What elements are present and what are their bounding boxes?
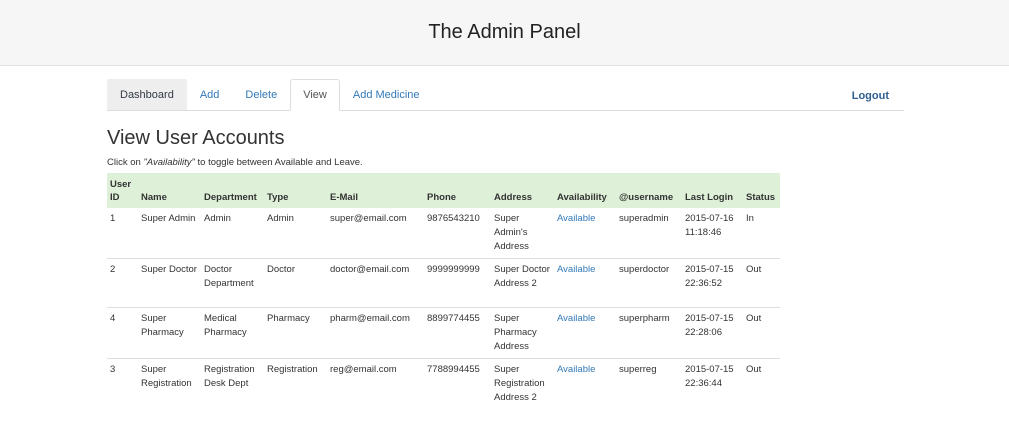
logout-link[interactable]: Logout bbox=[851, 80, 890, 111]
cell-availability: Available bbox=[554, 258, 616, 308]
col-user-id: User ID bbox=[110, 179, 132, 203]
cell-last-login: 2015-07-16 11:18:46 bbox=[685, 213, 734, 238]
col-type: Type bbox=[267, 192, 289, 203]
tab-view[interactable]: View bbox=[290, 79, 340, 111]
cell-status: Out bbox=[743, 358, 780, 409]
cell-last-login: 2015-07-15 22:36:44 bbox=[682, 358, 743, 409]
tab-dashboard[interactable]: Dashboard bbox=[107, 79, 187, 110]
tab-add-medicine[interactable]: Add Medicine bbox=[340, 79, 433, 110]
top-header: The Admin Panel bbox=[0, 0, 1009, 66]
cell-phone: 9876543210 bbox=[427, 213, 480, 224]
cell-status: In bbox=[746, 213, 754, 224]
cell-phone: 7788994455 bbox=[424, 358, 491, 409]
col-username: @username bbox=[619, 192, 674, 203]
col-status: Status bbox=[746, 192, 776, 203]
cell-phone: 8899774455 bbox=[424, 307, 491, 359]
cell-type: Pharmacy bbox=[264, 307, 327, 359]
col-address: Address bbox=[494, 192, 533, 203]
cell-address: Super Doctor Address 2 bbox=[491, 258, 554, 308]
cell-name: Super Registration bbox=[138, 358, 201, 409]
hint-prefix: Click on bbox=[107, 157, 144, 168]
cell-availability: Available bbox=[554, 307, 616, 359]
table-header-row: User ID Name Department Type E-Mail Phon… bbox=[107, 173, 780, 208]
cell-address: Super Pharmacy Address bbox=[491, 307, 554, 359]
cell-name: Super Pharmacy bbox=[138, 307, 201, 359]
cell-type: Admin bbox=[267, 213, 294, 224]
cell-type: Registration bbox=[264, 358, 327, 409]
cell-email: reg@email.com bbox=[327, 358, 424, 409]
hint-suffix: to toggle between Available and Leave. bbox=[194, 157, 363, 168]
user-accounts-table: User ID Name Department Type E-Mail Phon… bbox=[107, 173, 780, 409]
cell-username: superreg bbox=[616, 358, 682, 409]
cell-department: Doctor Department bbox=[201, 258, 264, 308]
toggle-hint: Click on "Availability" to toggle betwee… bbox=[107, 157, 904, 169]
col-last-login: Last Login bbox=[685, 192, 734, 203]
cell-address: Super Registration Address 2 bbox=[491, 358, 554, 409]
cell-email: doctor@email.com bbox=[327, 258, 424, 308]
tab-add[interactable]: Add bbox=[187, 79, 233, 110]
cell-email: super@email.com bbox=[330, 213, 407, 224]
table-row: 3 Super Registration Registration Desk D… bbox=[107, 358, 780, 409]
cell-user-id: 3 bbox=[107, 358, 138, 409]
cell-department: Medical Pharmacy bbox=[201, 307, 264, 359]
cell-user-id: 4 bbox=[107, 307, 138, 359]
cell-department: Registration Desk Dept bbox=[201, 358, 264, 409]
nav-tabs: Dashboard Add Delete View Add Medicine L… bbox=[107, 79, 904, 111]
main-container: Dashboard Add Delete View Add Medicine L… bbox=[107, 79, 904, 409]
cell-username: superpharm bbox=[616, 307, 682, 359]
col-availability: Availability bbox=[557, 192, 607, 203]
col-email: E-Mail bbox=[330, 192, 358, 203]
cell-name: Super Doctor bbox=[138, 258, 201, 308]
availability-toggle-link[interactable]: Available bbox=[557, 264, 595, 275]
cell-user-id: 2 bbox=[107, 258, 138, 308]
cell-username: superdoctor bbox=[616, 258, 682, 308]
cell-department: Admin bbox=[204, 213, 231, 224]
availability-toggle-link[interactable]: Available bbox=[557, 213, 595, 224]
availability-toggle-link[interactable]: Available bbox=[557, 313, 595, 324]
cell-name: Super Admin bbox=[141, 213, 196, 224]
cell-type: Doctor bbox=[264, 258, 327, 308]
table-row: 2 Super Doctor Doctor Department Doctor … bbox=[107, 258, 780, 308]
cell-email: pharm@email.com bbox=[327, 307, 424, 359]
cell-phone: 9999999999 bbox=[424, 258, 491, 308]
table-row: 1 Super Admin Admin Admin super@email.co… bbox=[107, 208, 780, 259]
hint-emphasis: "Availability" bbox=[143, 157, 195, 168]
page-title: View User Accounts bbox=[107, 127, 285, 149]
cell-last-login: 2015-07-15 22:28:06 bbox=[682, 307, 743, 359]
cell-last-login: 2015-07-15 22:36:52 bbox=[682, 258, 743, 308]
cell-availability: Available bbox=[554, 358, 616, 409]
table-row: 4 Super Pharmacy Medical Pharmacy Pharma… bbox=[107, 307, 780, 359]
cell-status: Out bbox=[743, 258, 780, 308]
availability-toggle-link[interactable]: Available bbox=[557, 364, 595, 375]
col-name: Name bbox=[141, 192, 167, 203]
cell-username: superadmin bbox=[619, 213, 669, 224]
cell-address: Super Admin's Address bbox=[494, 213, 529, 252]
tab-delete[interactable]: Delete bbox=[232, 79, 290, 110]
cell-user-id: 1 bbox=[110, 213, 116, 224]
col-department: Department bbox=[204, 192, 257, 203]
cell-status: Out bbox=[743, 307, 780, 359]
app-title: The Admin Panel bbox=[428, 21, 581, 43]
cell-availability: Available bbox=[554, 208, 616, 259]
col-phone: Phone bbox=[427, 192, 457, 203]
